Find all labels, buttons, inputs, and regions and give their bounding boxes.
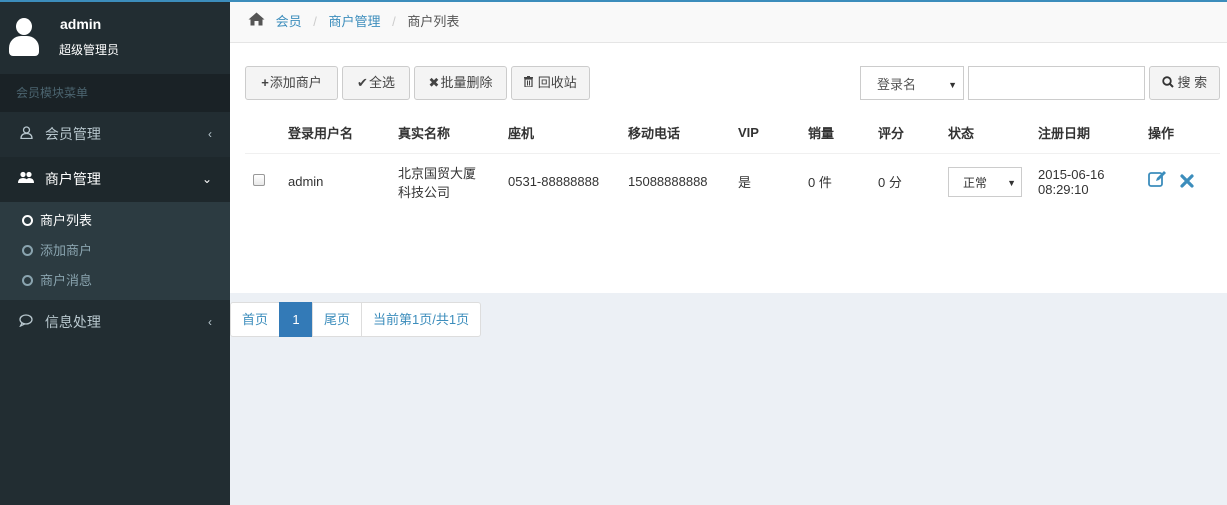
select-value: 登录名 [877, 77, 917, 92]
breadcrumb-section[interactable]: 商户管理 [329, 14, 381, 29]
cell-vip: 是 [738, 175, 752, 191]
check-icon: ✔ [357, 75, 368, 90]
search-input[interactable] [968, 66, 1145, 100]
column-header: 注册日期 [1038, 113, 1148, 154]
main-content: 会员 / 商户管理 / 商户列表 +添加商户 ✔全选 ✖批量删除 回收站 登录名… [230, 0, 1227, 505]
breadcrumb-separator: / [392, 14, 396, 29]
submenu-label: 添加商户 [40, 243, 93, 258]
checkbox-header [245, 113, 288, 154]
circle-icon [22, 245, 33, 256]
chevron-down-icon: ⌄ [201, 172, 212, 186]
pagination-info: 当前第1页/共1页 [361, 302, 482, 337]
edit-icon[interactable] [1148, 170, 1168, 193]
column-header: 评分 [878, 113, 948, 154]
table-row: admin 北京国贸大厦 科技公司 0531-88888888 15088888… [245, 153, 1220, 210]
comment-icon [17, 300, 35, 345]
user-icon [17, 112, 35, 157]
sidebar-item-info[interactable]: 信息处理 ‹ [0, 300, 230, 345]
search-icon [1162, 75, 1178, 90]
breadcrumb-home[interactable]: 会员 [276, 14, 302, 29]
submenu-item-merchant-list[interactable]: 商户列表 [0, 206, 230, 236]
cell-username: admin [288, 174, 324, 190]
dropdown-arrow-icon: ▼ [948, 80, 957, 90]
breadcrumb-current: 商户列表 [407, 14, 460, 29]
cell-phone: 0531-88888888 [508, 174, 600, 190]
cell-mobile: 15088888888 [628, 174, 708, 190]
submenu-item-add-merchant[interactable]: 添加商户 [0, 236, 230, 266]
column-header: 登录用户名 [288, 113, 398, 154]
submenu-label: 商户列表 [40, 213, 93, 228]
button-label: 全选 [368, 75, 395, 90]
row-checkbox[interactable] [253, 174, 265, 187]
sidebar-item-label: 商户管理 [44, 171, 101, 187]
date-line: 2015-06-16 [1038, 166, 1105, 182]
cell-date: 2015-06-16 08:29:10 [1038, 153, 1148, 210]
pagination: 首页 1 尾页 当前第1页/共1页 [230, 302, 482, 337]
user-panel: admin 超级管理员 [0, 0, 230, 74]
user-name: admin [60, 16, 102, 32]
button-label: 添加商户 [269, 75, 322, 90]
sidebar-item-merchant[interactable]: 商户管理 ⌄ [0, 157, 230, 202]
column-header: VIP [738, 113, 808, 154]
table-header-row: 登录用户名 真实名称 座机 移动电话 VIP 销量 评分 状态 注册日期 操作 [245, 113, 1220, 154]
dropdown-arrow-icon: ▼ [1007, 177, 1016, 188]
button-label: 回收站 [537, 75, 577, 90]
breadcrumb-separator: / [313, 14, 317, 29]
sidebar-item-label: 会员管理 [44, 126, 101, 142]
pagination-page-1[interactable]: 1 [279, 302, 314, 337]
time-line: 08:29:10 [1038, 181, 1089, 197]
menu-header: 会员模块菜单 [0, 74, 230, 112]
search-button[interactable]: 搜 索 [1149, 66, 1220, 100]
merchant-table: 登录用户名 真实名称 座机 移动电话 VIP 销量 评分 状态 注册日期 操作 … [245, 113, 1220, 210]
button-label: 批量删除 [440, 75, 493, 90]
pagination-first[interactable]: 首页 [230, 302, 281, 337]
cell-actions [1148, 153, 1220, 210]
circle-icon [22, 215, 33, 226]
submenu: 商户列表 添加商户 商户消息 [0, 202, 230, 300]
delete-icon[interactable] [1180, 172, 1194, 193]
close-icon: ✖ [428, 75, 440, 90]
column-header: 座机 [508, 113, 628, 154]
cell-status: 正常 ▼ [948, 153, 1038, 210]
status-select[interactable]: 正常 ▼ [948, 166, 1022, 197]
column-header: 状态 [948, 113, 1038, 154]
sidebar-item-label: 信息处理 [44, 314, 101, 330]
button-label: 搜 索 [1177, 75, 1208, 90]
column-header: 操作 [1148, 113, 1220, 154]
cell-sales: 0 件 [808, 175, 832, 191]
status-value: 正常 [963, 175, 988, 190]
search-field-select[interactable]: 登录名 ▼ [860, 66, 964, 100]
cell-rating: 0 分 [878, 175, 902, 191]
column-header: 移动电话 [628, 113, 738, 154]
add-merchant-button[interactable]: +添加商户 [245, 66, 338, 100]
recycle-bin-button[interactable]: 回收站 [511, 66, 590, 100]
select-all-button[interactable]: ✔全选 [342, 66, 410, 100]
submenu-label: 商户消息 [40, 273, 93, 288]
submenu-item-merchant-messages[interactable]: 商户消息 [0, 266, 230, 296]
realname-line: 科技公司 [398, 184, 451, 200]
realname-line: 北京国贸大厦 [398, 165, 477, 181]
batch-delete-button[interactable]: ✖批量删除 [414, 66, 507, 100]
home-icon [248, 2, 266, 42]
user-role: 超级管理员 [59, 43, 120, 57]
cell-realname: 北京国贸大厦 科技公司 [398, 153, 508, 210]
avatar-icon [9, 18, 39, 58]
plus-icon: + [261, 75, 269, 90]
users-icon [17, 157, 35, 202]
sidebar: admin 超级管理员 会员模块菜单 会员管理 ‹ 商户管理 ⌄ 商户列表 添加… [0, 0, 230, 505]
column-header: 销量 [808, 113, 878, 154]
pagination-last[interactable]: 尾页 [312, 302, 363, 337]
chevron-left-icon: ‹ [208, 127, 212, 141]
circle-icon [22, 275, 33, 286]
breadcrumb: 会员 / 商户管理 / 商户列表 [230, 2, 1227, 43]
column-header: 真实名称 [398, 113, 508, 154]
list-panel: +添加商户 ✔全选 ✖批量删除 回收站 登录名 ▼ 搜 索 登录用户名 真实名称… [230, 43, 1227, 293]
chevron-left-icon: ‹ [208, 315, 212, 329]
trash-icon [524, 75, 537, 90]
sidebar-item-member[interactable]: 会员管理 ‹ [0, 112, 230, 157]
